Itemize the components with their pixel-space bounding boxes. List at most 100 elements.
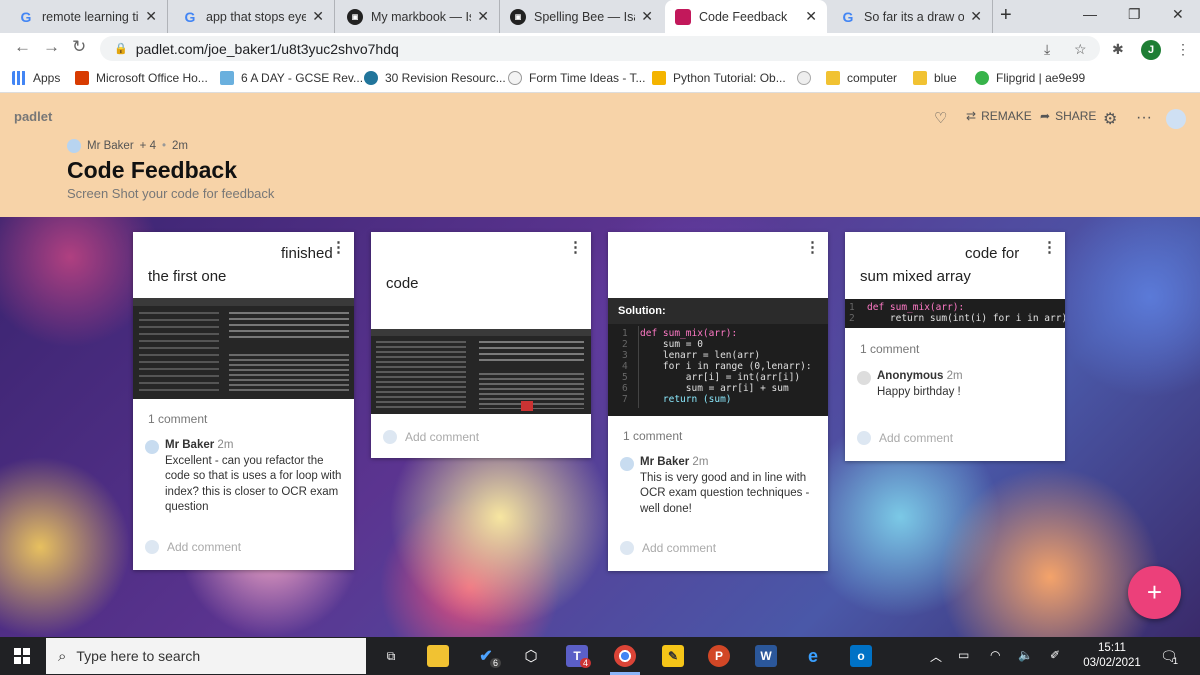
url-bar[interactable]: 🔒 padlet.com/joe_baker1/u8t3yuc2shvo7hdq [100,36,1100,61]
sticky-notes-icon[interactable]: ✎ [662,645,684,667]
chevron-up-icon[interactable]: ︿ [930,648,942,665]
restore-icon[interactable]: ❐ [1128,6,1141,23]
windows-start-icon[interactable] [14,648,30,664]
tab-eye-app[interactable]: G app that stops eye m ✕ [172,0,335,33]
star-icon[interactable]: ☆ [1074,41,1087,58]
close-icon[interactable]: ✕ [970,8,982,25]
menu-icon[interactable]: ⋮ [1176,41,1190,58]
tab-code-feedback[interactable]: Code Feedback ✕ [665,0,827,33]
solution-label: Solution: [618,305,666,317]
close-window-icon[interactable]: ✕ [1172,6,1184,23]
battery-icon[interactable]: ▭ [958,648,969,662]
task-view-icon[interactable]: ⧉ [380,645,402,667]
word-icon[interactable]: W [755,645,777,667]
comment-count[interactable]: 1 comment [148,412,207,426]
wifi-icon[interactable]: ◠ [990,648,1000,662]
bookmark-revision[interactable]: 30 Revision Resourc... [364,71,506,85]
3d-viewer-icon[interactable]: ⬡ [520,645,542,667]
bookmark-form-time[interactable]: Form Time Ideas - T... [508,71,645,85]
minimize-icon[interactable]: — [1083,6,1097,22]
share-icon: ➦ [1040,109,1051,123]
add-comment-field[interactable]: Add comment [620,541,716,555]
post-card[interactable]: finished the first one ⋮ 1 comment Mr Ba… [133,232,354,570]
code-screenshot-image[interactable]: Solution: 1 2 3 4 5 6 7 def sum_mix(arr)… [608,298,828,416]
tab-spelling-bee[interactable]: ▣ Spelling Bee — Isaac ✕ [500,0,663,33]
close-icon[interactable]: ✕ [477,8,489,25]
reload-icon[interactable]: ↻ [72,37,86,57]
bookmark-office[interactable]: Microsoft Office Ho... [75,71,208,85]
new-tab-button[interactable]: + [1000,4,1012,27]
bookmark-folder-blue[interactable]: blue [913,71,957,85]
post-title-line2: the first one [148,268,227,285]
file-explorer-icon[interactable] [427,645,449,667]
post-menu-icon[interactable]: ⋮ [1042,238,1057,256]
extensions-icon[interactable]: ✱ [1112,41,1124,58]
add-comment-field[interactable]: Add comment [383,430,479,444]
heart-icon[interactable]: ♡ [934,109,947,127]
code-line: def sum_mix(arr): [867,302,965,313]
code-line: def sum_mix(arr): [640,328,738,339]
post-card[interactable]: code for sum mixed array ⋮ 1 2 def sum_m… [845,232,1065,461]
folder-icon [913,71,927,85]
bookmark-apps[interactable]: Apps [12,71,60,85]
pen-icon[interactable]: ✐ [1050,648,1060,662]
bookmark-python[interactable]: Python Tutorial: Ob... [652,71,786,85]
bookmark-flipgrid[interactable]: Flipgrid | ae9e99 [975,71,1085,85]
back-icon[interactable]: ← [14,37,31,57]
tab-so-far-draw[interactable]: G So far its a draw on t ✕ [830,0,993,33]
close-icon[interactable]: ✕ [312,8,324,25]
post-card[interactable]: code ⋮ Add comment [371,232,591,458]
add-comment-field[interactable]: Add comment [145,540,241,554]
comment-count[interactable]: 1 comment [623,429,682,443]
bookmark-folder-computer[interactable]: computer [826,71,897,85]
comment-text: This is very good and in line with OCR e… [640,471,810,515]
line-numbers: 1 2 [849,302,855,324]
tab-remote-learning[interactable]: G remote learning tips ✕ [8,0,168,33]
add-comment-placeholder: Add comment [167,540,242,554]
close-icon[interactable]: ✕ [805,8,817,25]
code-screenshot-image[interactable] [133,298,354,399]
close-icon[interactable]: ✕ [641,8,653,25]
add-post-button[interactable]: + [1128,566,1181,619]
forward-icon[interactable]: → [43,37,60,57]
add-comment-field[interactable]: Add comment [857,431,953,445]
post-menu-icon[interactable]: ⋮ [331,238,346,256]
edge-icon[interactable]: e [802,645,824,667]
chrome-icon[interactable] [614,645,636,667]
bookmark-label: Microsoft Office Ho... [96,71,208,85]
padlet-logo[interactable]: padlet [14,109,52,124]
bookmark-pause[interactable] [797,71,818,85]
profile-avatar[interactable]: J [1141,40,1161,60]
comment-count[interactable]: 1 comment [860,342,919,356]
system-clock[interactable]: 15:11 03/02/2021 [1080,641,1144,671]
settings-gear-icon[interactable]: ⚙ [1103,109,1117,129]
code-line: return (sum) [640,394,732,405]
bookmark-gcse[interactable]: 6 A DAY - GCSE Rev... [220,71,363,85]
padlet-icon [675,8,691,25]
code-screenshot-image[interactable] [371,329,591,414]
post-menu-icon[interactable]: ⋮ [568,238,583,256]
volume-icon[interactable]: 🔈 [1018,648,1033,662]
more-options-icon[interactable]: ··· [1136,109,1152,127]
post-menu-icon[interactable]: ⋮ [805,238,820,256]
code-line: sum = 0 [640,339,703,350]
taskbar-search-box[interactable]: ⌕ Type here to search [46,638,366,674]
office-icon [75,71,89,85]
clock-time: 15:11 [1098,642,1126,654]
code-screenshot-image[interactable]: 1 2 def sum_mix(arr): return sum(int(i) … [845,299,1065,328]
powerpoint-icon[interactable]: P [708,645,730,667]
post-card[interactable]: ⋮ Solution: 1 2 3 4 5 6 7 def sum_mix(ar… [608,232,828,571]
outlook-icon[interactable]: o [850,645,872,667]
share-button[interactable]: ➦ SHARE [1040,109,1096,123]
close-icon[interactable]: ✕ [145,8,157,25]
tab-markbook[interactable]: ▣ My markbook — Isaac ✕ [337,0,500,33]
install-icon[interactable]: ⤓ [1044,41,1050,58]
anonymous-avatar [857,371,871,385]
padlet-author-line: Mr Baker + 4 • 2m [67,139,188,153]
remake-button[interactable]: ⇄ REMAKE [966,109,1032,123]
code-line: return sum(int(i) for i in arr) [867,313,1065,324]
codesandbox-icon: ▣ [510,8,526,25]
bookmark-label: Flipgrid | ae9e99 [996,71,1086,85]
bookmark-label: blue [934,71,957,85]
user-avatar[interactable] [1166,109,1186,129]
